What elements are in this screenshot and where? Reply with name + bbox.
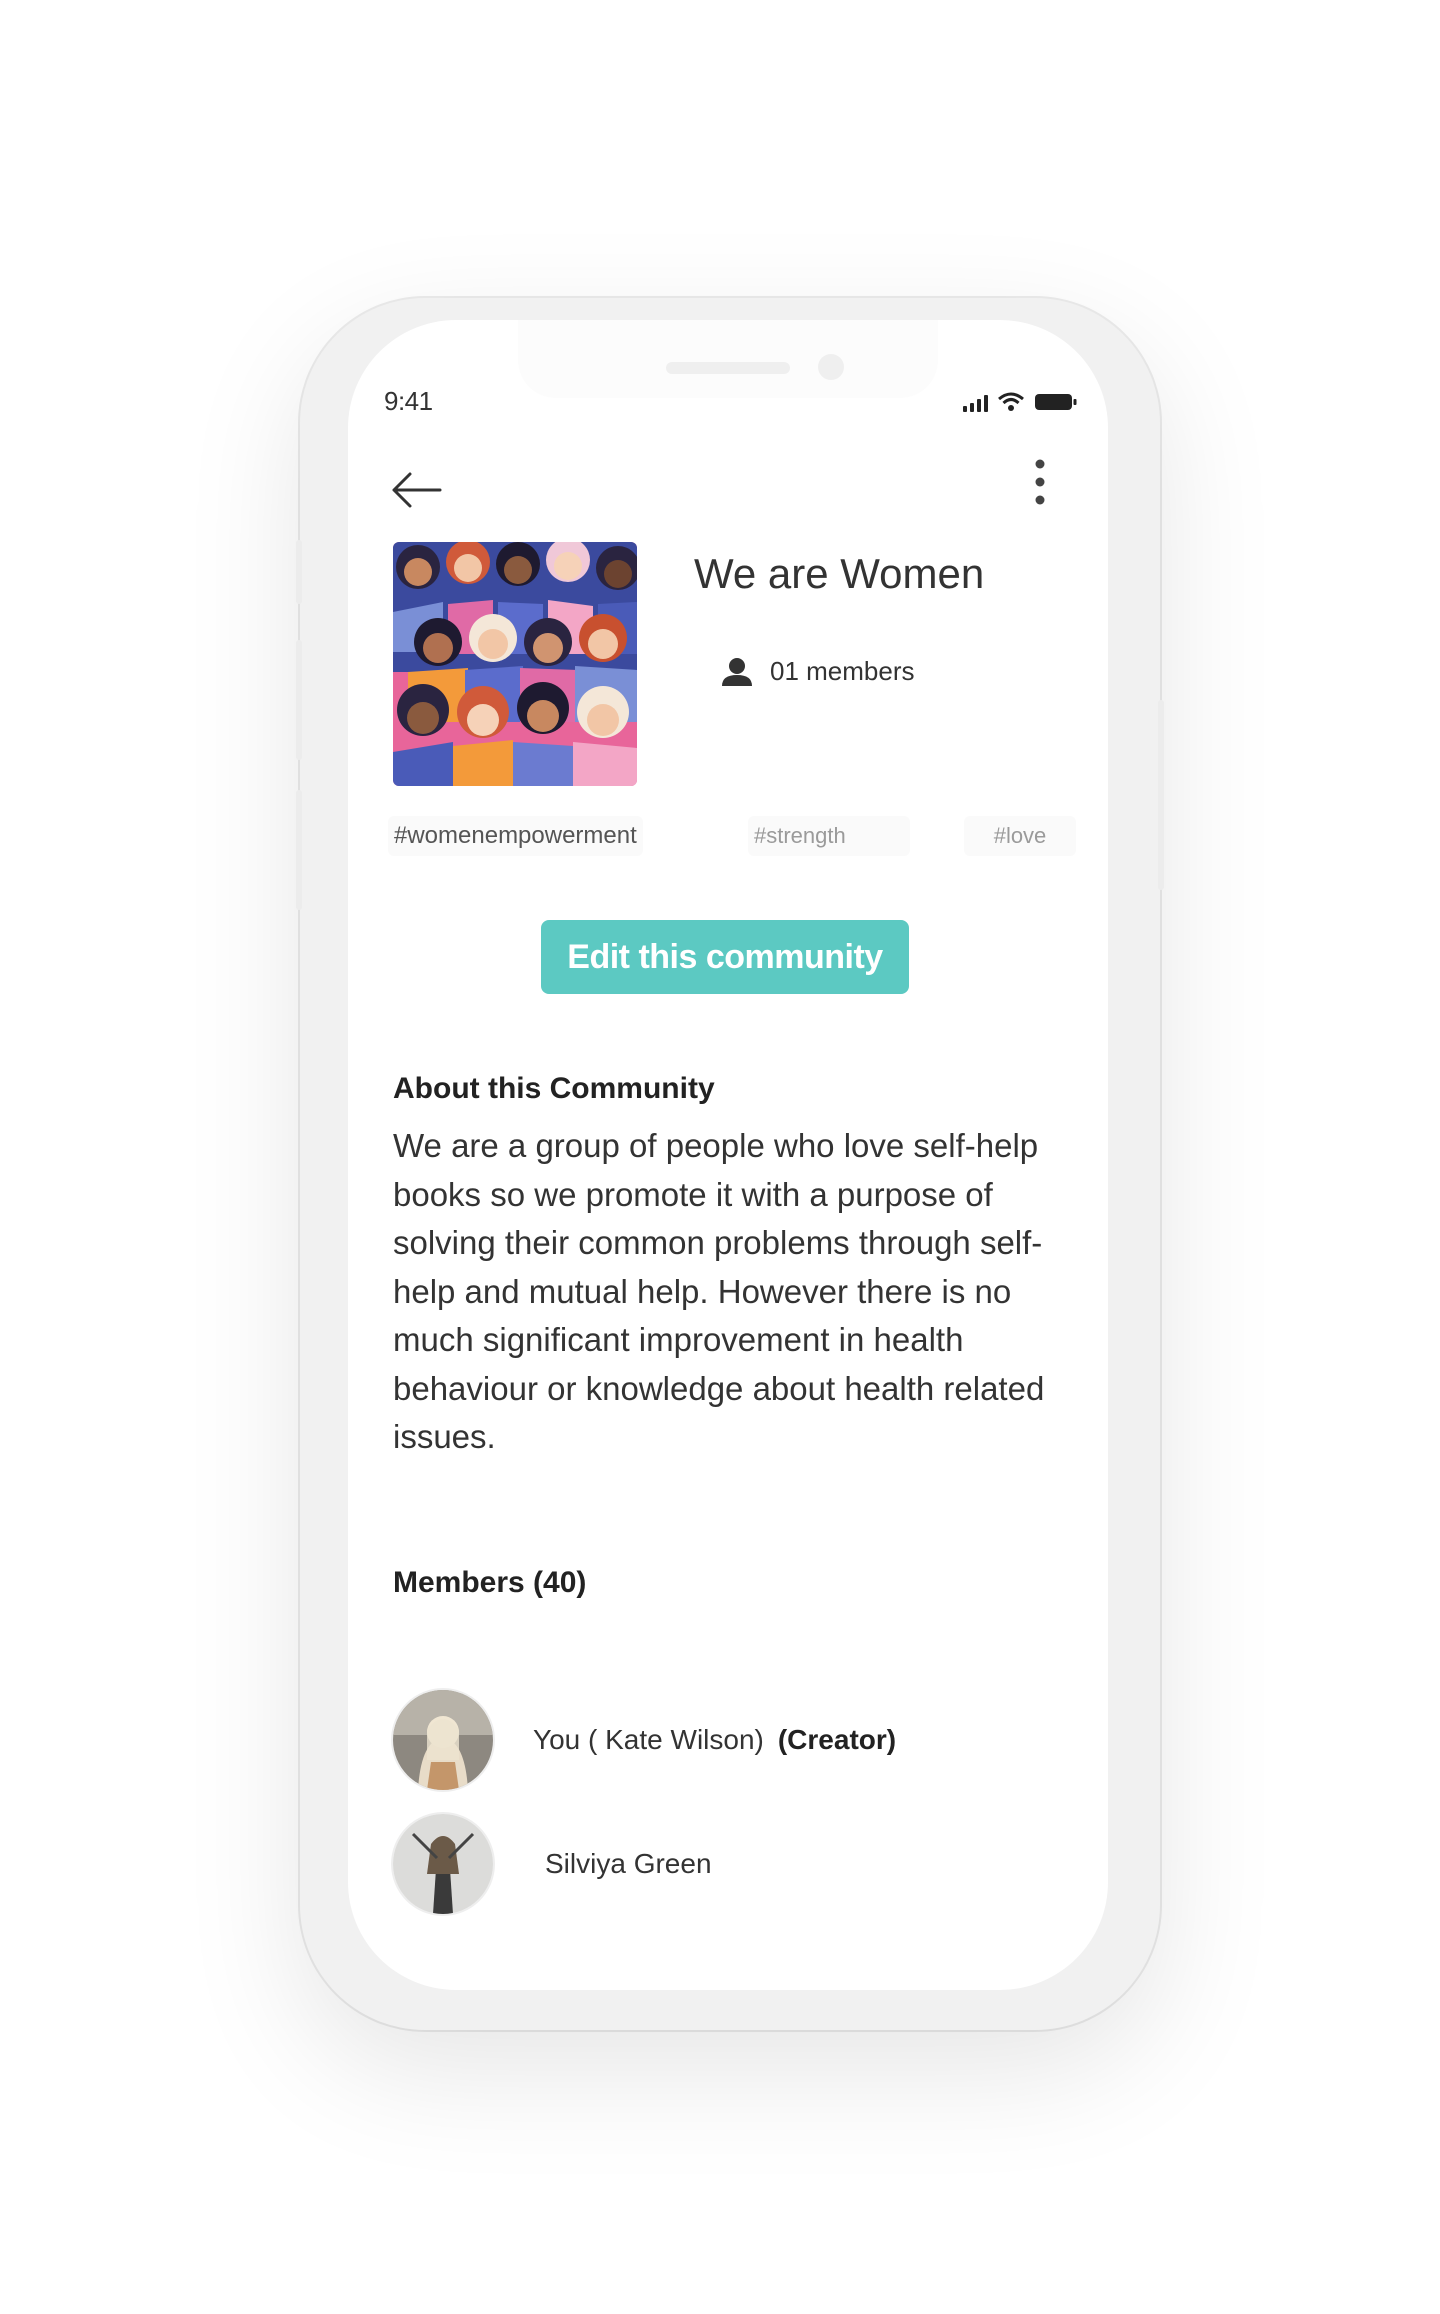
status-time: 9:41 — [384, 386, 433, 416]
member-name: You ( Kate Wilson) — [533, 1724, 764, 1755]
members-heading: Members (40) — [393, 1566, 587, 1599]
app-screen: 9:41 We are Women 01 members #womenempow… — [348, 320, 1108, 1990]
status-icons — [963, 388, 1078, 412]
avatar — [393, 1690, 493, 1790]
tag-list: #womenempowerment #strength #love — [388, 816, 1076, 860]
more-vertical-icon[interactable] — [1032, 454, 1048, 514]
phone-side-button — [296, 640, 302, 760]
battery-icon — [1035, 394, 1077, 410]
members-count: 01 members — [720, 656, 915, 687]
tag-chip[interactable]: #love — [964, 816, 1076, 856]
phone-side-button — [296, 540, 302, 604]
front-camera — [818, 354, 844, 380]
member-role-badge: (Creator) — [777, 1724, 897, 1755]
community-cover-image — [393, 542, 637, 786]
edit-community-button[interactable]: Edit this community — [541, 920, 909, 994]
tag-chip[interactable]: #strength — [748, 816, 910, 856]
back-arrow-icon[interactable] — [388, 470, 444, 510]
page: 9:41 We are Women 01 members #womenempow… — [0, 0, 1440, 2314]
member-row[interactable]: You ( Kate Wilson) (Creator) — [393, 1690, 896, 1790]
signal-icon — [963, 394, 988, 412]
phone-power-button — [1158, 700, 1164, 890]
notch — [518, 320, 938, 398]
speaker-grille — [666, 362, 790, 374]
community-title: We are Women — [694, 550, 985, 597]
phone-side-button — [296, 790, 302, 910]
members-count-label: 01 members — [770, 656, 915, 686]
about-description: We are a group of people who love self-h… — [393, 1127, 1045, 1455]
member-name: Silviya Green — [545, 1848, 712, 1879]
person-icon — [722, 657, 752, 686]
avatar — [393, 1814, 493, 1914]
member-row[interactable]: Silviya Green — [393, 1814, 712, 1914]
about-heading: About this Community — [393, 1072, 715, 1105]
tag-chip[interactable]: #womenempowerment — [388, 816, 643, 856]
wifi-icon — [998, 392, 1024, 411]
